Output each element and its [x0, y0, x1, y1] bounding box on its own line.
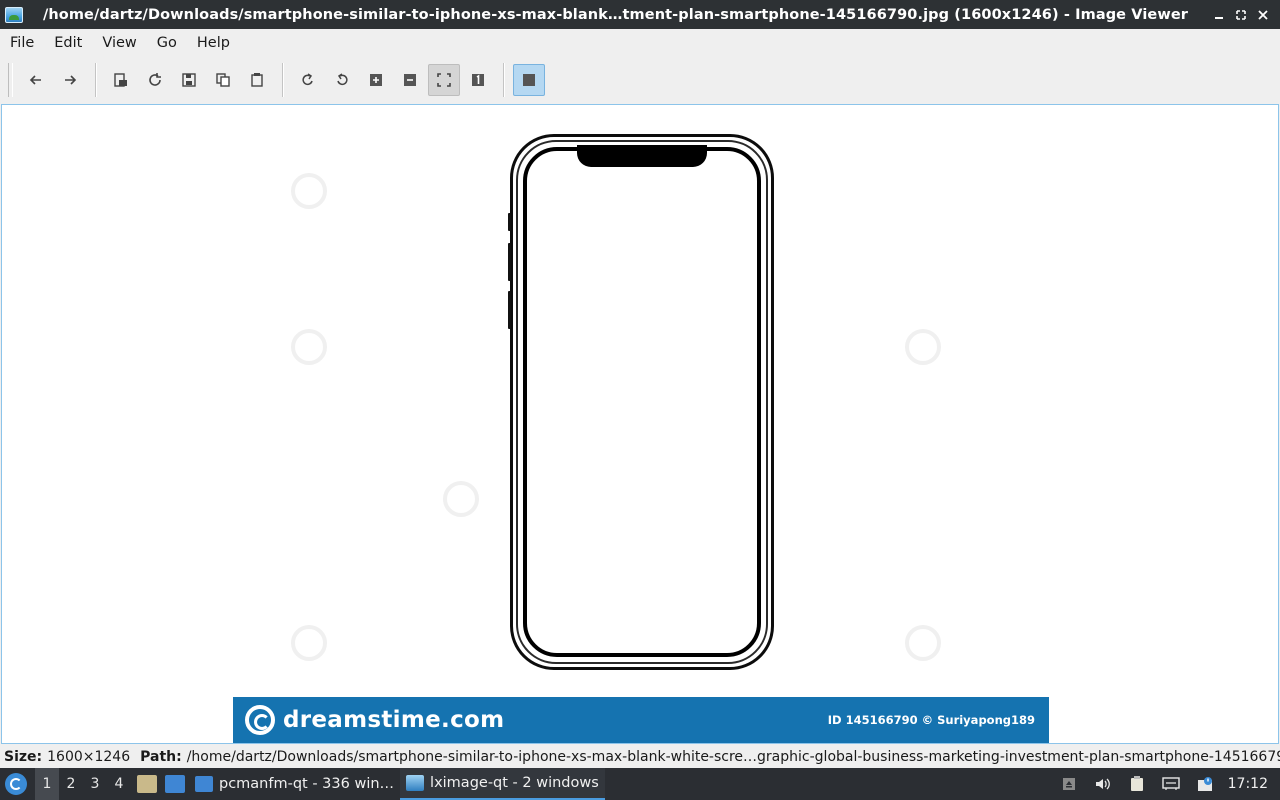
toolbar-separator: [282, 63, 283, 97]
fit-window-icon: [437, 73, 451, 87]
open-icon: [114, 73, 127, 87]
network-icon[interactable]: [1161, 775, 1180, 793]
clipboard-icon[interactable]: [1128, 775, 1146, 793]
desktop-2-button[interactable]: 2: [59, 768, 83, 800]
phone-side-button: [508, 291, 511, 329]
image-viewer-icon: [406, 775, 425, 791]
phone-side-button: [508, 243, 511, 281]
rotate-clockwise-button[interactable]: [292, 64, 324, 96]
watermark-logo: [905, 329, 941, 365]
toolbar-grip[interactable]: [8, 63, 13, 97]
update-notifier-icon[interactable]: [1196, 775, 1214, 793]
clock[interactable]: 17:12: [1228, 776, 1268, 792]
menu-edit[interactable]: Edit: [44, 35, 92, 51]
watermark-logo: [291, 625, 327, 661]
phone-screen: [523, 147, 761, 657]
banner-brand: dreamstime.com: [283, 707, 505, 733]
path-value: /home/dartz/Downloads/smartphone-similar…: [186, 749, 1280, 765]
menu-view[interactable]: View: [92, 35, 146, 51]
start-menu-icon[interactable]: [5, 773, 27, 795]
paste-button[interactable]: [241, 64, 273, 96]
task-pcmanfm-label: pcmanfm-qt - 336 win…: [219, 776, 395, 792]
size-value: 1600×1246: [47, 749, 131, 765]
maximize-icon[interactable]: [1230, 0, 1252, 29]
zoom-in-icon: [370, 74, 382, 86]
folder-icon: [195, 776, 213, 792]
size-label: Size:: [4, 749, 43, 765]
status-bar: Size: 1600×1246 Path: /home/dartz/Downlo…: [0, 746, 1280, 768]
task-lximage[interactable]: lximage-qt - 2 windows: [400, 768, 605, 800]
save-button[interactable]: [173, 64, 205, 96]
desktop-3-button[interactable]: 3: [83, 768, 107, 800]
menu-go[interactable]: Go: [147, 35, 187, 51]
path-label: Path:: [140, 749, 182, 765]
phone-side-button: [508, 213, 511, 231]
paste-icon: [251, 73, 263, 87]
save-icon: [182, 73, 196, 87]
desktop-4-button[interactable]: 4: [107, 768, 131, 800]
window-title: /home/dartz/Downloads/smartphone-similar…: [42, 6, 1189, 23]
zoom-out-icon: [404, 74, 416, 86]
banner-credit: ID 145166790 © Suriyapong189: [827, 713, 1035, 727]
toolbar: [0, 57, 1280, 103]
task-pcmanfm[interactable]: pcmanfm-qt - 336 win…: [189, 768, 400, 800]
rotate-counterclockwise-button[interactable]: [326, 64, 358, 96]
smartphone-illustration: [508, 134, 774, 670]
watermark-logo: [291, 329, 327, 365]
original-size-icon: [472, 74, 484, 86]
desktop-launcher-icon[interactable]: [165, 775, 185, 793]
fullscreen-icon: [523, 74, 535, 86]
toolbar-separator: [503, 63, 504, 97]
open-button[interactable]: [105, 64, 137, 96]
copy-icon: [216, 73, 230, 87]
reload-icon: [149, 73, 161, 86]
watermark-logo: [905, 625, 941, 661]
volume-icon[interactable]: [1094, 775, 1112, 793]
phone-notch: [577, 145, 707, 167]
rotate-counterclockwise-icon: [337, 73, 348, 86]
task-lximage-label: lximage-qt - 2 windows: [430, 775, 599, 791]
copy-button[interactable]: [207, 64, 239, 96]
fullscreen-button[interactable]: [513, 64, 545, 96]
menu-help[interactable]: Help: [187, 35, 240, 51]
eject-icon[interactable]: [1060, 775, 1078, 793]
watermark-banner: dreamstime.com ID 145166790 © Suriyapong…: [233, 697, 1049, 743]
rotate-clockwise-icon: [302, 73, 313, 86]
file-manager-launcher-icon[interactable]: [137, 775, 157, 793]
toolbar-separator: [95, 63, 96, 97]
menu-bar: File Edit View Go Help: [0, 29, 1280, 56]
previous-button[interactable]: [20, 64, 52, 96]
reload-button[interactable]: [139, 64, 171, 96]
dreamstime-logo-icon: [245, 705, 275, 735]
zoom-in-button[interactable]: [360, 64, 392, 96]
image-view[interactable]: dreamstime.com ID 145166790 © Suriyapong…: [1, 104, 1279, 744]
arrow-right-icon: [65, 75, 77, 85]
desktop-1-button[interactable]: 1: [35, 768, 59, 800]
title-bar: /home/dartz/Downloads/smartphone-similar…: [0, 0, 1280, 29]
close-icon[interactable]: [1252, 0, 1274, 29]
system-tray: 17:12: [1052, 768, 1280, 800]
image-viewer-icon[interactable]: [5, 6, 23, 23]
zoom-out-button[interactable]: [394, 64, 426, 96]
original-size-button[interactable]: [462, 64, 494, 96]
watermark-logo: [443, 481, 479, 517]
displayed-image: dreamstime.com ID 145166790 © Suriyapong…: [233, 105, 1049, 743]
fit-window-button[interactable]: [428, 64, 460, 96]
minimize-icon[interactable]: [1208, 0, 1230, 29]
watermark-logo: [291, 173, 327, 209]
taskbar: 1 2 3 4 pcmanfm-qt - 336 win… lximage-qt…: [0, 768, 1280, 800]
arrow-left-icon: [29, 75, 41, 85]
next-button[interactable]: [54, 64, 86, 96]
menu-file[interactable]: File: [0, 35, 44, 51]
